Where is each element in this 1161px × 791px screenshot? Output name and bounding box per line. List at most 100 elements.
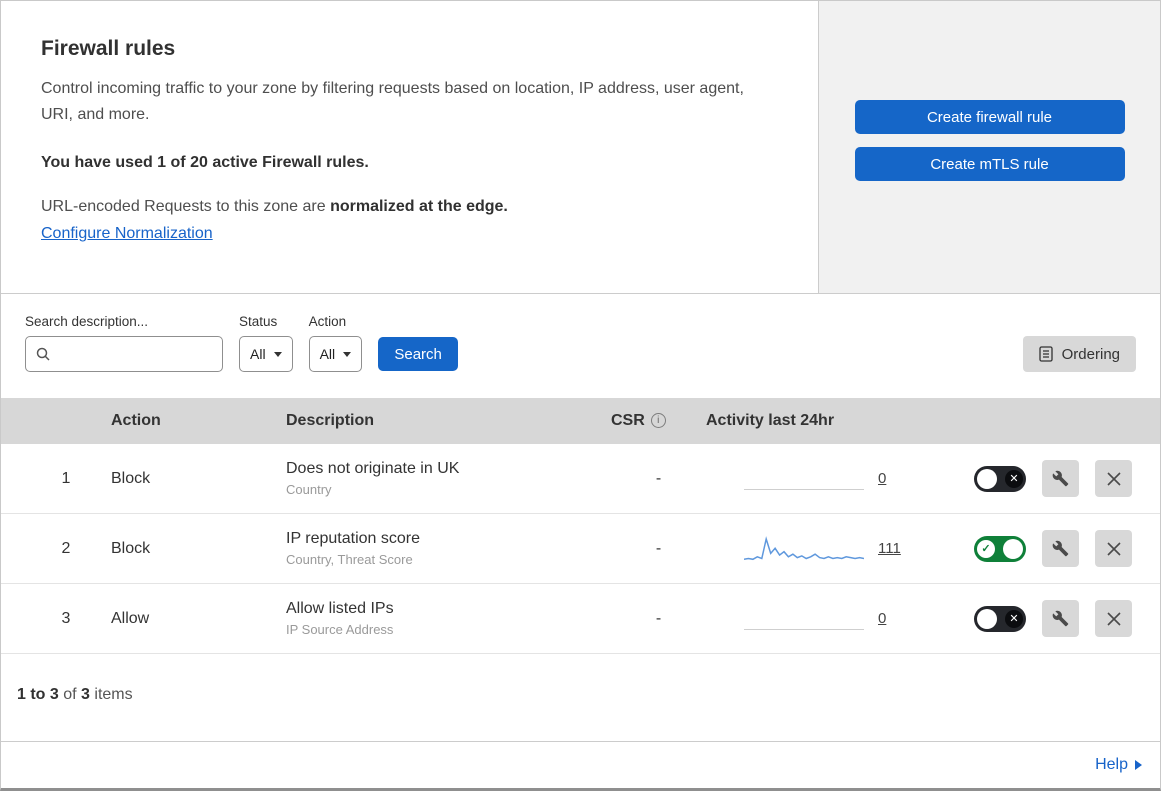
rule-fields: Country, Threat Score — [286, 552, 413, 567]
ordering-button-label: Ordering — [1061, 345, 1120, 363]
rules-table: Action Description CSR i Activity last 24… — [1, 398, 1160, 654]
normalization-bold: normalized at the edge. — [330, 197, 508, 215]
action-select[interactable]: All — [308, 336, 363, 372]
activity-count-link[interactable]: 0 — [878, 470, 886, 487]
rule-controls: ✕ — [926, 600, 1160, 637]
create-mtls-rule-button[interactable]: Create mTLS rule — [854, 147, 1125, 181]
search-field-group: Search description... — [25, 314, 223, 372]
action-field-group: Action All — [308, 314, 363, 372]
activity-count-link[interactable]: 0 — [878, 610, 886, 627]
wrench-icon — [1052, 470, 1069, 487]
normalization-prefix: URL-encoded Requests to this zone are — [41, 197, 331, 215]
rule-action: Allow — [111, 609, 150, 627]
table-header-row: Action Description CSR i Activity last 24… — [1, 398, 1160, 444]
edit-rule-button[interactable] — [1042, 530, 1079, 567]
status-field-group: Status All — [239, 314, 293, 372]
create-firewall-rule-button[interactable]: Create firewall rule — [854, 100, 1125, 134]
filter-controls: Search description... Status All Action … — [25, 314, 459, 372]
pagination-summary: 1 to 3 of 3 items — [1, 654, 1160, 742]
rule-description-cell: Allow listed IPs IP Source Address — [286, 600, 611, 637]
toggle-knob — [977, 608, 997, 629]
delete-rule-button[interactable] — [1095, 530, 1132, 567]
status-select[interactable]: All — [239, 336, 293, 372]
page-header: Firewall rules Control incoming traffic … — [1, 1, 1160, 294]
table-row: 3 Allow Allow listed IPs IP Source Addre… — [1, 584, 1160, 654]
close-icon — [1106, 611, 1121, 626]
rule-activity-cell: 0 — [706, 608, 926, 630]
toggle-state-icon: ✓ — [977, 539, 995, 558]
arrow-right-icon — [1135, 760, 1142, 770]
search-input[interactable] — [58, 346, 212, 362]
status-select-value: All — [250, 346, 266, 362]
rule-action: Block — [111, 469, 151, 487]
info-icon[interactable]: i — [650, 413, 666, 428]
rule-description[interactable]: IP reputation score — [286, 530, 611, 548]
rule-controls: ✓ — [926, 530, 1160, 567]
rule-description[interactable]: Does not originate in UK — [286, 460, 611, 478]
column-description: Description — [286, 412, 375, 429]
action-label: Action — [308, 314, 347, 329]
rule-description[interactable]: Allow listed IPs — [286, 600, 611, 618]
edit-rule-button[interactable] — [1042, 460, 1079, 497]
search-button[interactable]: Search — [378, 337, 459, 371]
delete-rule-button[interactable] — [1095, 600, 1132, 637]
column-activity: Activity last 24hr — [706, 412, 835, 429]
ordering-icon — [1038, 346, 1053, 362]
pagination-total: 3 — [81, 686, 90, 703]
rule-controls: ✕ — [926, 460, 1160, 497]
search-box[interactable] — [25, 336, 223, 372]
wrench-icon — [1052, 540, 1069, 557]
rule-priority: 2 — [61, 539, 71, 557]
delete-rule-button[interactable] — [1095, 460, 1132, 497]
pagination-of: of — [63, 686, 77, 703]
rule-activity-cell: 0 — [706, 468, 926, 490]
page-title: Firewall rules — [41, 37, 176, 60]
normalization-text: URL-encoded Requests to this zone are no… — [41, 198, 778, 216]
column-action: Action — [111, 412, 161, 429]
toggle-knob — [1003, 538, 1023, 559]
toggle-knob — [977, 468, 997, 489]
activity-count-link[interactable]: 111 — [878, 540, 901, 557]
toggle-state-icon: ✕ — [1005, 609, 1023, 628]
csr-header-label: CSR — [611, 412, 645, 429]
wrench-icon — [1052, 610, 1069, 627]
help-bar: Help — [1, 742, 1160, 788]
rule-csr: - — [655, 469, 662, 487]
header-text-panel: Firewall rules Control incoming traffic … — [1, 1, 818, 293]
activity-sparkline — [744, 534, 864, 564]
activity-sparkline — [744, 608, 864, 630]
rule-fields: IP Source Address — [286, 622, 394, 637]
table-row: 2 Block IP reputation score Country, Thr… — [1, 514, 1160, 584]
firewall-rules-page: Firewall rules Control incoming traffic … — [0, 0, 1161, 791]
search-label: Search description... — [25, 314, 149, 329]
edit-rule-button[interactable] — [1042, 600, 1079, 637]
status-label: Status — [239, 314, 278, 329]
ordering-button[interactable]: Ordering — [1022, 336, 1136, 372]
activity-sparkline — [744, 468, 864, 490]
header-actions-panel: Create firewall rule Create mTLS rule — [818, 1, 1160, 293]
rule-priority: 1 — [61, 469, 71, 487]
rule-activity-cell: 111 — [706, 534, 926, 564]
rule-fields: Country — [286, 482, 332, 497]
rule-enabled-toggle[interactable]: ✕ — [974, 465, 1026, 492]
help-link[interactable]: Help — [1095, 756, 1128, 774]
rule-csr: - — [655, 539, 662, 557]
table-row: 1 Block Does not originate in UK Country… — [1, 444, 1160, 514]
rule-enabled-toggle[interactable]: ✕ — [974, 605, 1026, 632]
chevron-down-icon — [343, 351, 352, 357]
configure-normalization-link[interactable]: Configure Normalization — [41, 225, 213, 243]
rule-enabled-toggle[interactable]: ✓ — [974, 535, 1026, 562]
action-select-value: All — [319, 346, 336, 362]
search-icon — [36, 347, 50, 361]
pagination-items: items — [94, 686, 133, 703]
pagination-range: 1 to 3 — [17, 686, 59, 703]
column-csr: CSR i — [611, 412, 706, 430]
chevron-down-icon — [273, 351, 282, 357]
rule-description-cell: Does not originate in UK Country — [286, 460, 611, 497]
close-icon — [1106, 471, 1121, 486]
close-icon — [1106, 541, 1121, 556]
toggle-state-icon: ✕ — [1005, 469, 1023, 488]
rule-description-cell: IP reputation score Country, Threat Scor… — [286, 530, 611, 567]
rule-csr: - — [655, 609, 662, 627]
rule-action: Block — [111, 539, 151, 557]
